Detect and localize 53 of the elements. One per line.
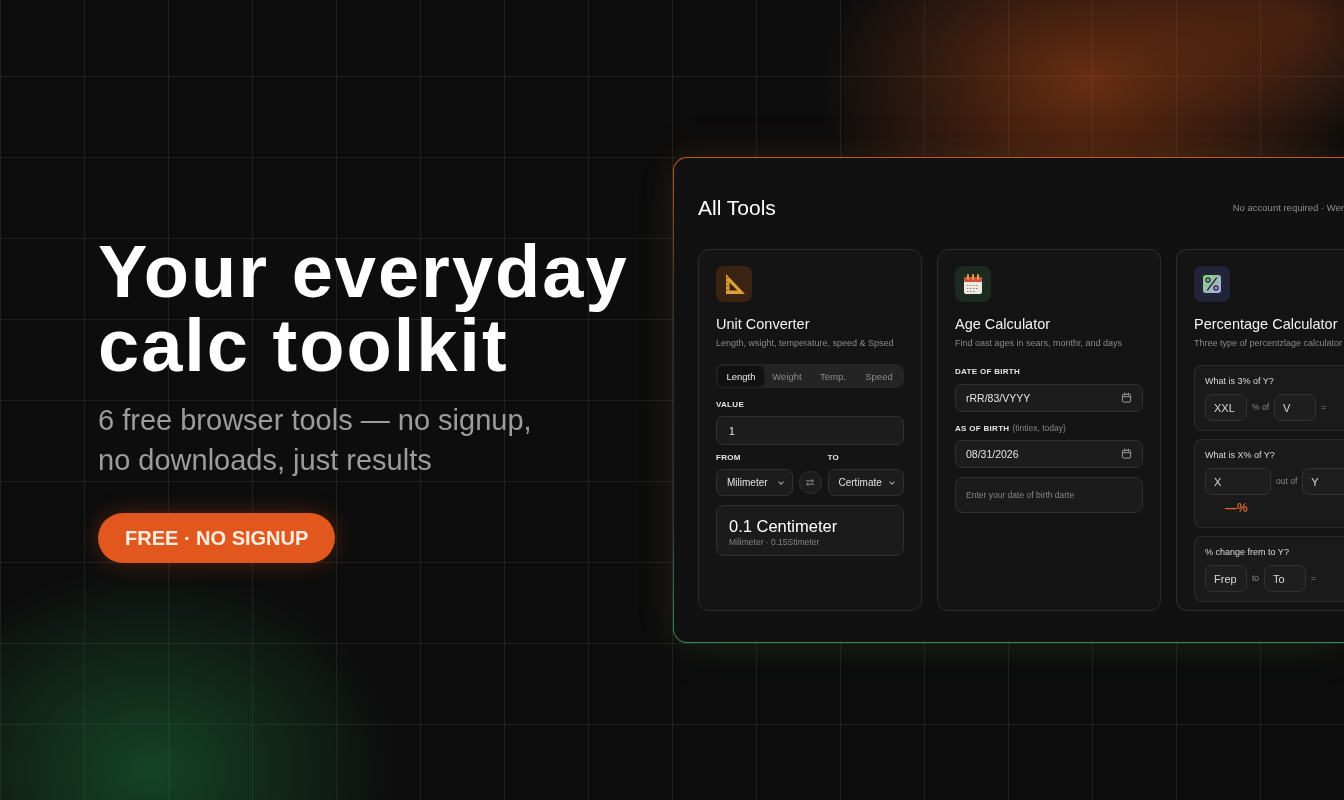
unit-tab[interactable]: Weight: [764, 366, 810, 386]
panel-note: No account required · Wer: [1232, 202, 1344, 214]
chevron-icon: [889, 480, 895, 485]
field-hint: (tintiex, today): [1012, 423, 1066, 433]
chevron-icon: [777, 480, 784, 485]
result-detail: Milimeter · 0.15Stimeter: [729, 537, 821, 548]
operator-label: % of: [1252, 402, 1269, 413]
panel-title: All Tools: [698, 195, 776, 221]
hero-heading: Your everyday calc toolkit: [98, 235, 630, 383]
percent-result: —%: [1225, 501, 1249, 515]
card-description: Three type of percentzlage calculator: [1194, 337, 1344, 349]
field-label: DATE OF BIRTH: [955, 367, 1021, 376]
operator-label: =: [1321, 402, 1326, 413]
field-label: FROM: [716, 453, 742, 463]
unit-tab[interactable]: Speed: [856, 366, 902, 386]
card-description: Length, wsight, temperature, speed & Spsed: [716, 337, 895, 349]
number-field[interactable]: X: [1205, 468, 1271, 495]
set-square-icon: [716, 266, 752, 302]
free-badge: FREE · NO SIGNUP: [98, 513, 336, 563]
calendar-icon: [955, 266, 991, 302]
number-field[interactable]: V: [1274, 394, 1316, 421]
card-title: Unit Converter: [716, 315, 811, 333]
unit-tab[interactable]: Length: [718, 366, 764, 386]
number-field[interactable]: Frep: [1205, 565, 1247, 592]
calc-question: What is X% of Y?: [1205, 449, 1276, 461]
calendar-icon: [1121, 448, 1132, 459]
calc-question: What is 3% of Y?: [1205, 375, 1275, 387]
calendar-icon: [1121, 392, 1132, 403]
percent-icon: [1194, 266, 1230, 302]
field-label: AS OF BIRTH: [955, 424, 1010, 433]
hero-subheading: 6 free browser tools — no signup, no downloads, just results: [98, 403, 533, 478]
number-field[interactable]: XXL: [1205, 394, 1247, 421]
result-message: Enter your date of birth darte: [955, 477, 1143, 513]
calc-question: % change frem to Y?: [1205, 546, 1290, 558]
operator-label: out of: [1276, 476, 1298, 487]
number-field[interactable]: Y: [1302, 468, 1344, 495]
result-value: 0.1 Centimeter: [729, 516, 839, 536]
card-description: Find oast ages in sears, monthr, and days: [955, 337, 1124, 349]
card-title: Age Calculator: [955, 315, 1052, 333]
unit-select[interactable]: Milimeter: [716, 469, 793, 496]
swap-button[interactable]: [798, 471, 822, 494]
unit-tab[interactable]: Temp.: [810, 366, 856, 386]
value-field[interactable]: 1: [716, 416, 904, 445]
unit-select[interactable]: Certimate: [827, 469, 904, 496]
number-field[interactable]: To: [1264, 565, 1307, 592]
field-label: TO: [827, 453, 841, 463]
swap-icon: [805, 478, 815, 487]
card-title: Percentage Calculator: [1194, 315, 1339, 333]
date-field[interactable]: 08/31/2026: [955, 440, 1143, 468]
field-label: VALUE: [716, 400, 746, 410]
operator-label: to: [1252, 573, 1260, 584]
date-field[interactable]: rRR/83/VYYY: [955, 384, 1143, 412]
operator-label: =: [1311, 573, 1317, 584]
